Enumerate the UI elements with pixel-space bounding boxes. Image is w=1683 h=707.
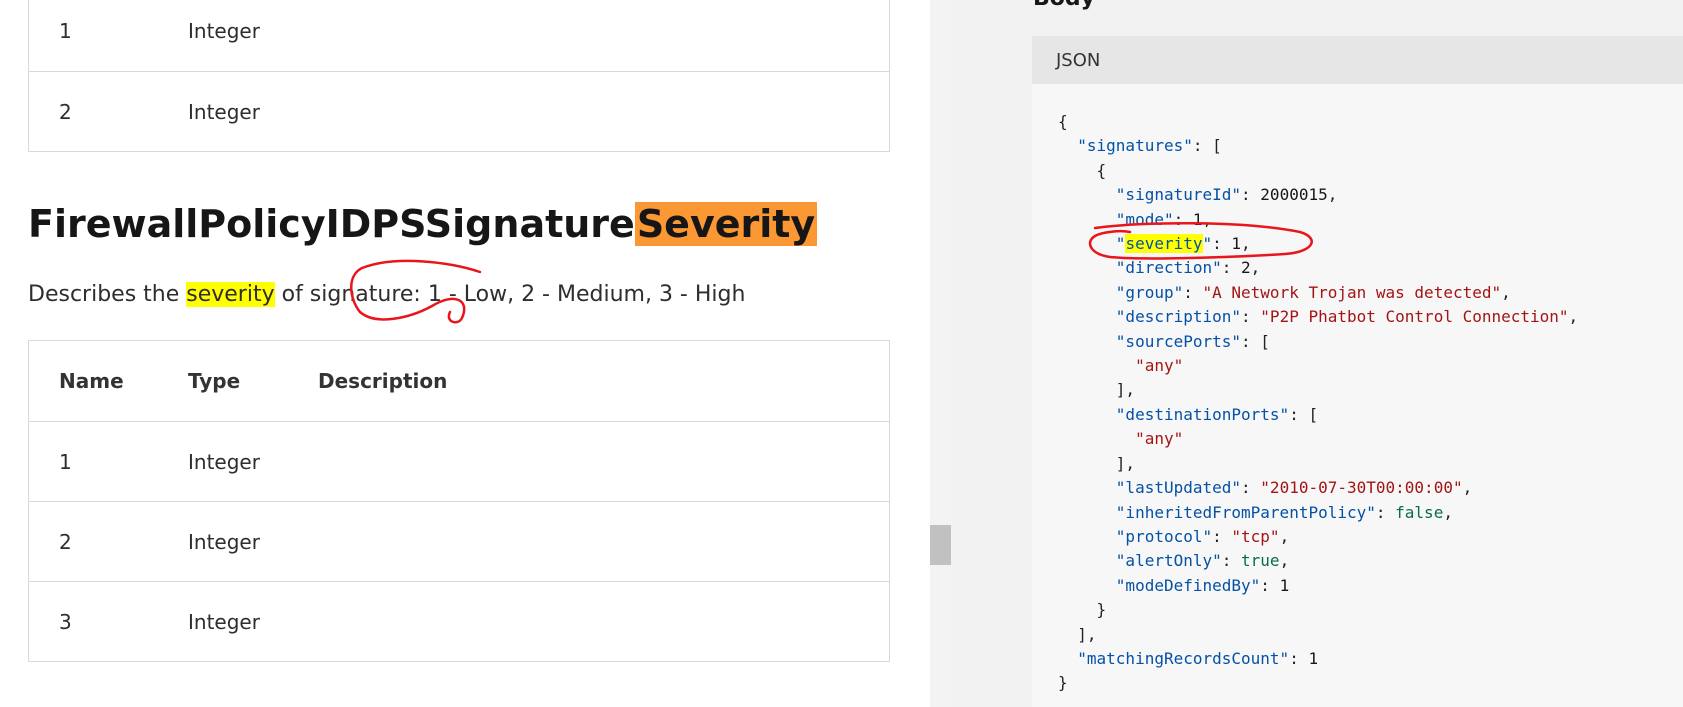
header-type: Type bbox=[188, 369, 241, 393]
code-key: "matchingRecordsCount" bbox=[1077, 648, 1290, 668]
row-type: Integer bbox=[188, 529, 260, 554]
code-value: 2 bbox=[1241, 258, 1251, 278]
code-token: : [ bbox=[1192, 136, 1222, 156]
prev-values-table: 1 Integer 2 Integer bbox=[28, 0, 890, 152]
row-name: 1 bbox=[59, 449, 72, 474]
heading-prefix: FirewallPolicyIDPSSignature bbox=[28, 202, 635, 246]
code-value: "tcp" bbox=[1231, 526, 1280, 546]
desc-before: Describes the bbox=[28, 282, 187, 307]
code-key: "signatures" bbox=[1077, 136, 1193, 156]
row-type: Integer bbox=[188, 609, 260, 634]
code-value: "any" bbox=[1135, 356, 1184, 376]
json-code: { "signatures": [ { "signatureId": 20000… bbox=[1058, 112, 1579, 693]
code-value: 2000015 bbox=[1260, 185, 1328, 205]
table-header-row: Name Type Description bbox=[29, 341, 889, 421]
code-value: 1 bbox=[1279, 575, 1290, 595]
code-value: 1 bbox=[1231, 234, 1242, 254]
row-type: Integer bbox=[188, 449, 260, 474]
code-key-highlight: severity bbox=[1125, 234, 1203, 254]
code-token: { bbox=[1058, 112, 1068, 131]
code-language-label: JSON bbox=[1032, 36, 1683, 84]
section-description: Describes the severity of signature: 1 -… bbox=[28, 282, 745, 307]
code-key: "sourcePorts" bbox=[1115, 331, 1242, 351]
severity-values-table: Name Type Description 1 Integer 2 Intege… bbox=[28, 340, 890, 662]
code-key: "protocol" bbox=[1115, 526, 1213, 546]
scrollbar-thumb[interactable] bbox=[930, 525, 951, 565]
row-name: 3 bbox=[59, 609, 72, 634]
code-value: false bbox=[1395, 502, 1444, 522]
code-key-quote: " bbox=[1115, 234, 1126, 254]
table-row: 2 Integer bbox=[29, 501, 889, 581]
table-row: 2 Integer bbox=[29, 71, 889, 151]
scrollbar-track[interactable] bbox=[930, 0, 953, 707]
code-value: 1 bbox=[1308, 648, 1319, 668]
section-heading: FirewallPolicyIDPSSignature Severity bbox=[28, 196, 818, 252]
row-type: Integer bbox=[188, 99, 260, 124]
code-value: "2010-07-30T00:00:00" bbox=[1260, 478, 1463, 498]
table-row: 3 Integer bbox=[29, 581, 889, 661]
code-key: "group" bbox=[1115, 282, 1184, 302]
code-value: "A Network Trojan was detected" bbox=[1202, 282, 1502, 302]
code-token: } bbox=[1058, 673, 1068, 693]
table-row: 1 Integer bbox=[29, 0, 889, 71]
body-section-title: Body bbox=[1033, 0, 1095, 11]
code-key: "inheritedFromParentPolicy" bbox=[1115, 502, 1376, 522]
code-value: "P2P Phatbot Control Connection" bbox=[1260, 307, 1569, 327]
header-name: Name bbox=[59, 369, 124, 393]
heading-highlight: Severity bbox=[634, 202, 818, 246]
code-token: } bbox=[1096, 600, 1107, 620]
code-key: "alertOnly" bbox=[1115, 551, 1222, 571]
header-description: Description bbox=[318, 369, 448, 393]
code-token: ], bbox=[1077, 624, 1097, 644]
desc-after: of signature: 1 - Low, 2 - Medium, 3 - H… bbox=[274, 282, 746, 307]
code-key-quote: " bbox=[1202, 234, 1213, 254]
table-row: 1 Integer bbox=[29, 421, 889, 501]
code-key: "mode" bbox=[1115, 209, 1174, 229]
code-key: "signatureId" bbox=[1115, 185, 1242, 205]
code-key: "destinationPorts" bbox=[1115, 404, 1290, 424]
code-value: 1 bbox=[1192, 209, 1203, 229]
row-name: 1 bbox=[59, 19, 72, 43]
row-type: Integer bbox=[188, 19, 260, 43]
code-value: true bbox=[1241, 551, 1280, 571]
code-key: "lastUpdated" bbox=[1115, 478, 1242, 498]
code-key: "direction" bbox=[1115, 258, 1222, 278]
desc-highlight: severity bbox=[186, 282, 275, 307]
row-name: 2 bbox=[59, 99, 72, 124]
code-value: "any" bbox=[1135, 429, 1184, 449]
code-key: "modeDefinedBy" bbox=[1115, 575, 1261, 595]
code-token: { bbox=[1096, 160, 1107, 180]
code-key: "description" bbox=[1115, 307, 1242, 327]
row-name: 2 bbox=[59, 529, 72, 554]
